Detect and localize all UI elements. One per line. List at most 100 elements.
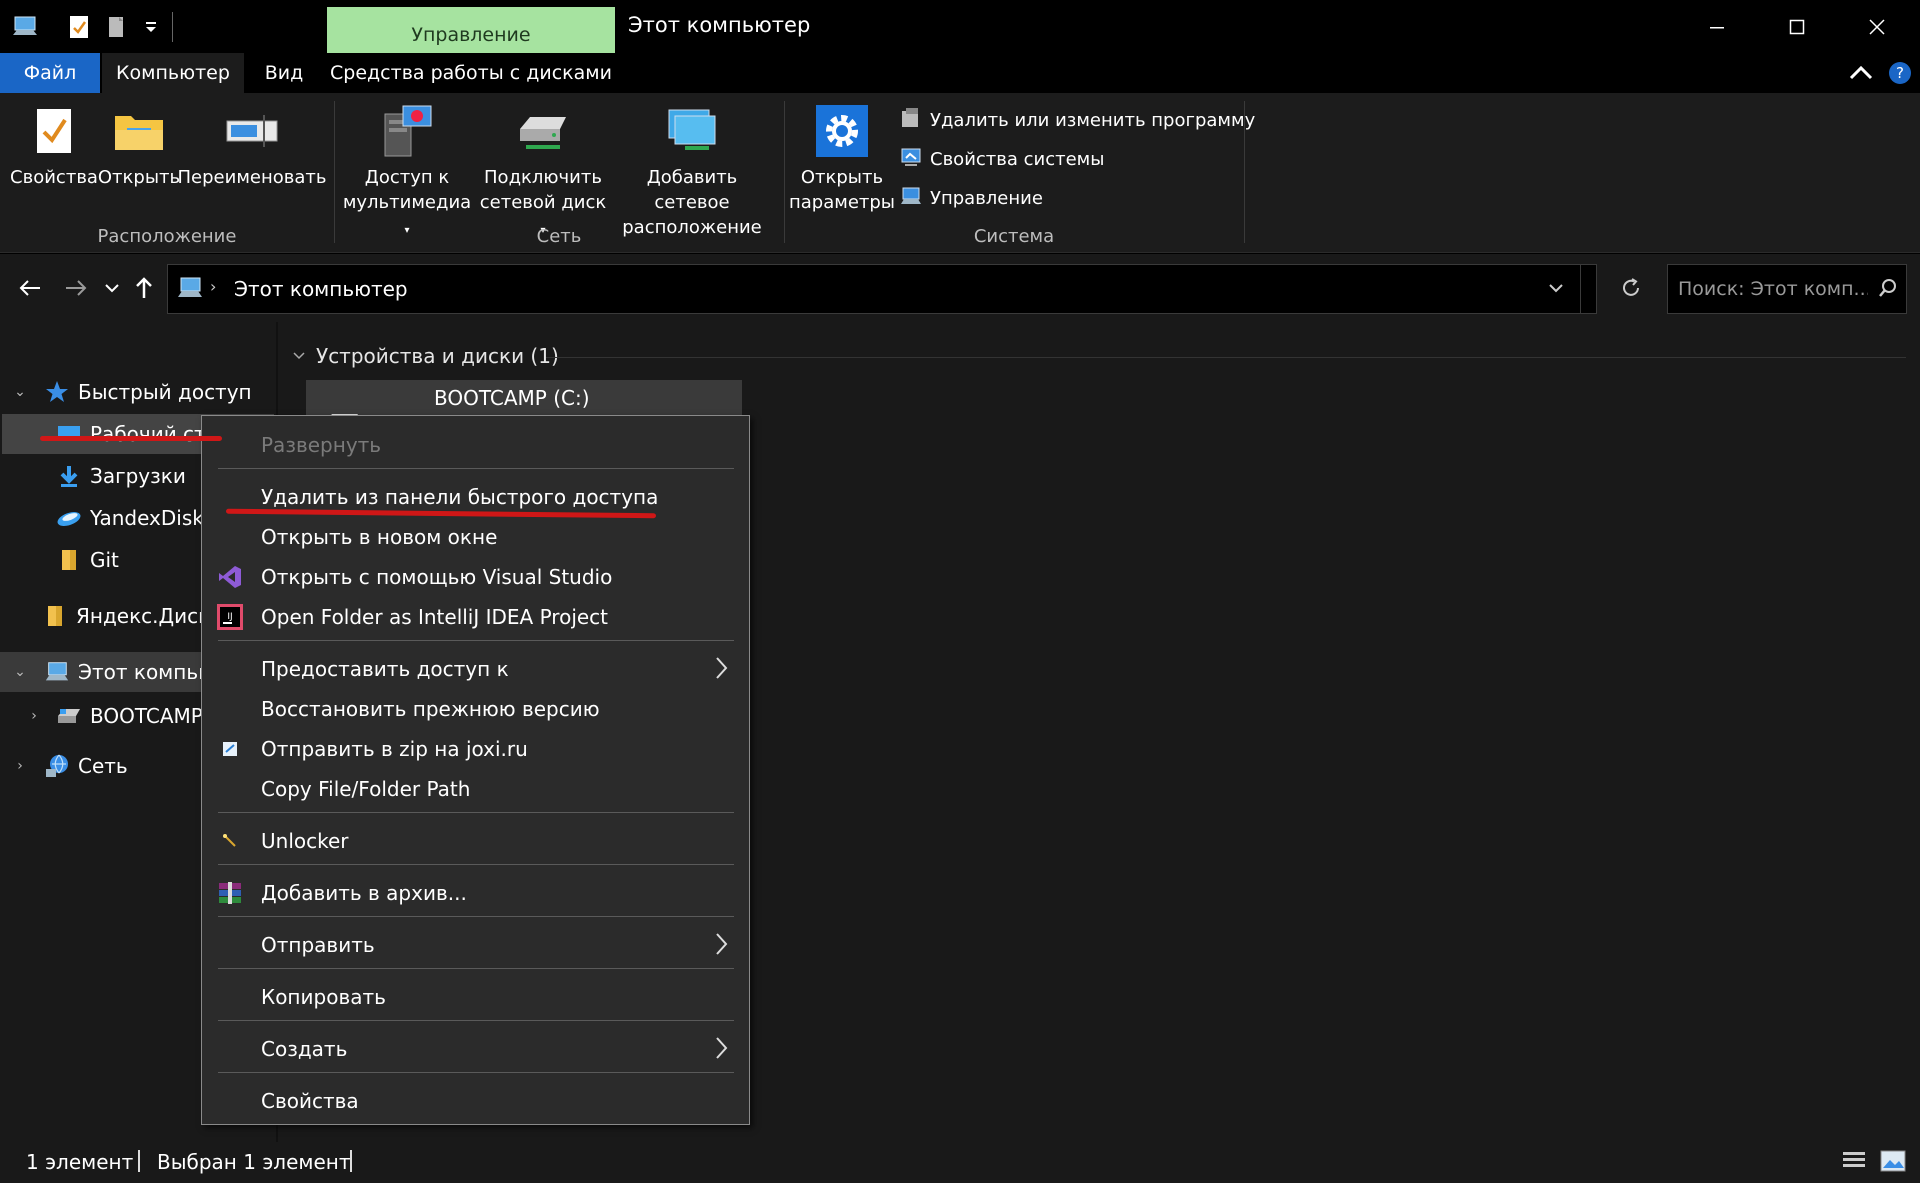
- menu-item-open-intellij-label: Open Folder as IntelliJ IDEA Project: [261, 605, 609, 629]
- nav-git-label: Git: [90, 548, 119, 572]
- recent-locations-button[interactable]: [98, 274, 126, 302]
- properties-check-icon[interactable]: [64, 12, 94, 42]
- nav-quick-access[interactable]: ⌄ Быстрый доступ: [10, 372, 276, 412]
- search-input[interactable]: [1678, 275, 1868, 303]
- menu-item-expand: Развернуть: [202, 426, 749, 464]
- ribbon-add-location-button[interactable]: Добавить сетевое расположение: [610, 103, 774, 240]
- details-view-icon: [1843, 1152, 1865, 1167]
- breadcrumb-this-pc[interactable]: Этот компьютер: [234, 277, 408, 301]
- breadcrumb-chevron-icon[interactable]: ›: [210, 277, 216, 296]
- star-icon: [44, 379, 70, 405]
- menu-item-add-archive[interactable]: Добавить в архив...: [202, 874, 749, 912]
- intellij-icon: IJ: [216, 603, 244, 631]
- menu-item-open-new-window[interactable]: Открыть в новом окне: [202, 518, 749, 556]
- search-icon[interactable]: [1878, 278, 1898, 302]
- collapse-ribbon-button[interactable]: [1846, 59, 1876, 87]
- status-selected-count: Выбран 1 элемент: [157, 1150, 351, 1174]
- menu-item-joxi-zip[interactable]: Отправить в zip на joxi.ru: [202, 730, 749, 768]
- menu-item-open-intellij[interactable]: IJ Open Folder as IntelliJ IDEA Project: [202, 598, 749, 636]
- ribbon-open-button[interactable]: Открыть: [98, 103, 180, 190]
- details-view-button[interactable]: [1842, 1150, 1866, 1177]
- menu-item-send-to[interactable]: Отправить: [202, 926, 749, 964]
- tab-computer[interactable]: Компьютер: [102, 53, 244, 93]
- context-menu: Развернуть Удалить из панели быстрого до…: [201, 415, 750, 1125]
- menu-item-properties[interactable]: Свойства: [202, 1082, 749, 1120]
- menu-item-send-to-label: Отправить: [261, 933, 375, 957]
- ribbon-uninstall-button[interactable]: Удалить или изменить программу: [900, 107, 1255, 134]
- help-button[interactable]: ?: [1886, 59, 1914, 87]
- large-icons-view-button[interactable]: [1880, 1150, 1906, 1177]
- menu-item-copy-path[interactable]: Copy File/Folder Path: [202, 770, 749, 808]
- network-drive-icon: [515, 103, 571, 159]
- status-bar: 1 элемент Выбран 1 элемент: [0, 1142, 1920, 1183]
- menu-item-create[interactable]: Создать: [202, 1030, 749, 1068]
- menu-item-add-archive-label: Добавить в архив...: [261, 881, 467, 905]
- menu-separator: [218, 864, 734, 865]
- menu-item-remove-quick-access-label: Удалить из панели быстрого доступа: [261, 485, 659, 509]
- menu-item-copy[interactable]: Копировать: [202, 978, 749, 1016]
- properties-check-icon: [26, 103, 82, 159]
- chevron-right-icon: [714, 1036, 728, 1065]
- group-divider-line: [546, 357, 1906, 358]
- ribbon-uninstall-label: Удалить или изменить программу: [930, 110, 1256, 131]
- menu-item-unlocker[interactable]: Unlocker: [202, 822, 749, 860]
- manage-contextual-tab[interactable]: Управление: [327, 7, 615, 53]
- menu-item-unlocker-label: Unlocker: [261, 829, 349, 853]
- ribbon-add-label-1: Добавить сетевое: [646, 167, 738, 213]
- ribbon-map-drive-button[interactable]: Подключить сетевой диск ▾: [478, 103, 608, 243]
- address-dropdown-button[interactable]: [1548, 279, 1564, 298]
- this-pc-icon[interactable]: [10, 12, 40, 42]
- up-button[interactable]: [130, 274, 158, 302]
- ribbon-system-properties-button[interactable]: Свойства системы: [900, 146, 1104, 173]
- address-divider: [1580, 265, 1581, 313]
- ribbon-manage-button[interactable]: Управление: [900, 185, 1043, 212]
- address-bar[interactable]: › Этот компьютер: [167, 264, 1639, 314]
- nav-quick-access-label: Быстрый доступ: [78, 380, 252, 404]
- nav-yandexdisk-label: YandexDisk: [90, 506, 204, 530]
- ribbon-properties-button[interactable]: Свойства: [10, 103, 98, 190]
- refresh-button[interactable]: [1620, 277, 1642, 303]
- maximize-button[interactable]: [1766, 6, 1828, 48]
- customize-qat-icon[interactable]: [136, 12, 166, 42]
- chevron-down-icon[interactable]: ⌄: [10, 664, 30, 680]
- chevron-right-icon[interactable]: ›: [10, 758, 30, 774]
- tab-file[interactable]: Файл: [0, 53, 100, 93]
- chevron-right-icon: [714, 932, 728, 961]
- download-arrow-icon: [56, 463, 82, 489]
- ribbon-media-label-1: Доступ к: [364, 167, 450, 188]
- visual-studio-icon: [216, 563, 244, 591]
- ribbon-settings-label-1: Открыть: [800, 167, 884, 188]
- menu-item-open-visual-studio[interactable]: Открыть с помощью Visual Studio: [202, 558, 749, 596]
- menu-item-properties-label: Свойства: [261, 1089, 359, 1113]
- ribbon-tab-strip: Файл Компьютер Вид Средства работы с дис…: [0, 53, 1920, 93]
- joxi-icon: [216, 735, 244, 763]
- ribbon-settings-label-2: параметры: [788, 192, 896, 213]
- minimize-button[interactable]: [1686, 6, 1748, 48]
- new-folder-icon[interactable]: [102, 12, 132, 42]
- tab-disk-tools[interactable]: Средства работы с дисками: [328, 53, 614, 93]
- devices-group-header[interactable]: Устройства и диски (1): [292, 344, 559, 368]
- address-toolbar: › Этот компьютер: [0, 254, 1920, 322]
- help-icon: ?: [1889, 62, 1911, 84]
- ribbon-open-settings-button[interactable]: Открыть параметры: [788, 103, 896, 215]
- settings-gear-icon: [814, 103, 870, 159]
- chevron-right-icon[interactable]: ›: [24, 708, 44, 724]
- back-button[interactable]: [16, 274, 44, 302]
- chevron-down-icon[interactable]: ⌄: [10, 384, 30, 400]
- tab-view[interactable]: Вид: [248, 53, 320, 93]
- menu-item-share-label: Предоставить доступ к: [261, 657, 509, 681]
- menu-item-restore-version[interactable]: Восстановить прежнюю версию: [202, 690, 749, 728]
- menu-separator: [218, 640, 734, 641]
- menu-separator: [218, 1072, 734, 1073]
- ribbon-rename-button[interactable]: Переименовать: [178, 103, 327, 190]
- search-box[interactable]: [1667, 264, 1907, 314]
- close-button[interactable]: [1846, 6, 1908, 48]
- system-properties-icon: [900, 146, 922, 173]
- forward-button[interactable]: [62, 274, 90, 302]
- ribbon-media-access-button[interactable]: Доступ к мультимедиа ▾: [340, 103, 474, 243]
- rename-icon: [224, 103, 280, 159]
- svg-text:?: ?: [1896, 64, 1904, 82]
- arrow-up-icon: [136, 277, 152, 298]
- ribbon-system-properties-label: Свойства системы: [930, 149, 1105, 170]
- menu-item-share[interactable]: Предоставить доступ к: [202, 650, 749, 688]
